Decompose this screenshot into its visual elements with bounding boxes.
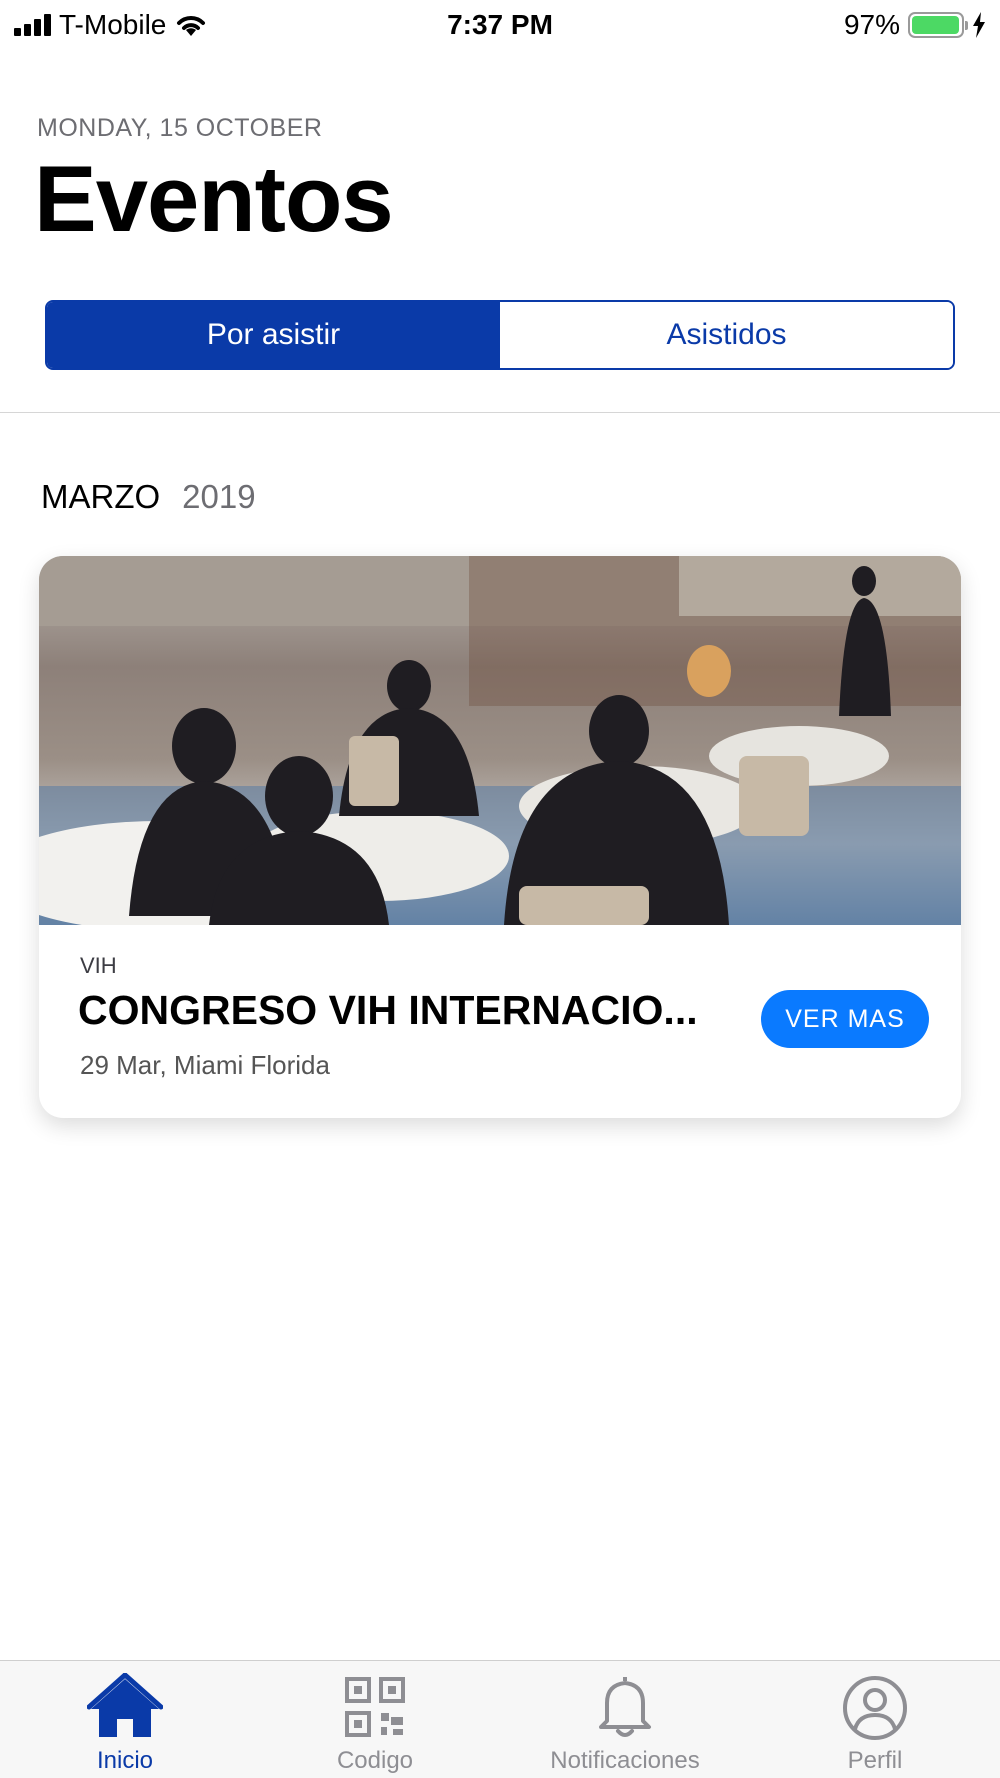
status-right: 97%	[844, 9, 986, 41]
tab-notificaciones[interactable]: Notificaciones	[500, 1661, 750, 1778]
events-screen: T-Mobile 7:37 PM 97% MONDAY, 15 OCTOBER …	[0, 0, 1000, 1778]
month-label: MARZO	[41, 478, 161, 515]
date-label: MONDAY, 15 OCTOBER	[37, 114, 323, 142]
status-left: T-Mobile	[14, 9, 208, 41]
page-title: Eventos	[34, 146, 394, 251]
segment-por-asistir[interactable]: Por asistir	[47, 302, 500, 368]
carrier-label: T-Mobile	[59, 9, 167, 40]
status-bar: T-Mobile 7:37 PM 97%	[0, 0, 1000, 50]
battery-icon	[908, 12, 968, 38]
tab-label: Codigo	[336, 1747, 414, 1774]
tab-bar: Inicio Codigo Notificaciones Perfil	[0, 1660, 1000, 1778]
tab-inicio[interactable]: Inicio	[0, 1661, 250, 1778]
year-label: 2019	[182, 478, 256, 515]
battery-percent: 97%	[843, 9, 900, 40]
home-icon	[87, 1673, 163, 1737]
tab-label: Inicio	[96, 1747, 154, 1774]
tab-codigo[interactable]: Codigo	[250, 1661, 500, 1778]
event-card[interactable]: VIH CONGRESO VIH INTERNACIO... 29 Mar, M…	[39, 556, 961, 1118]
events-segmented-control: Por asistir Asistidos	[45, 300, 955, 370]
wifi-icon	[177, 16, 206, 36]
ver-mas-button[interactable]: VER MAS	[761, 990, 929, 1048]
battery-fill	[912, 16, 959, 34]
segment-asistidos[interactable]: Asistidos	[500, 302, 953, 368]
qr-code-icon	[345, 1677, 405, 1737]
event-card-body: VIH CONGRESO VIH INTERNACIO... 29 Mar, M…	[39, 925, 961, 1118]
event-title: CONGRESO VIH INTERNACIO...	[78, 987, 698, 1033]
tab-perfil[interactable]: Perfil	[750, 1661, 1000, 1778]
event-tag: VIH	[80, 953, 117, 978]
charging-bolt-icon	[973, 12, 985, 38]
header-divider	[0, 412, 1000, 413]
event-photo	[39, 556, 961, 925]
tab-label: Notificaciones	[550, 1747, 700, 1774]
tab-label: Perfil	[847, 1747, 903, 1774]
signal-icon	[14, 14, 51, 36]
month-header: MARZO 2019	[41, 478, 256, 516]
event-date-location: 29 Mar, Miami Florida	[80, 1050, 330, 1080]
bell-icon	[599, 1677, 651, 1737]
conference-photo-illustration	[39, 556, 961, 925]
profile-icon	[843, 1676, 907, 1740]
